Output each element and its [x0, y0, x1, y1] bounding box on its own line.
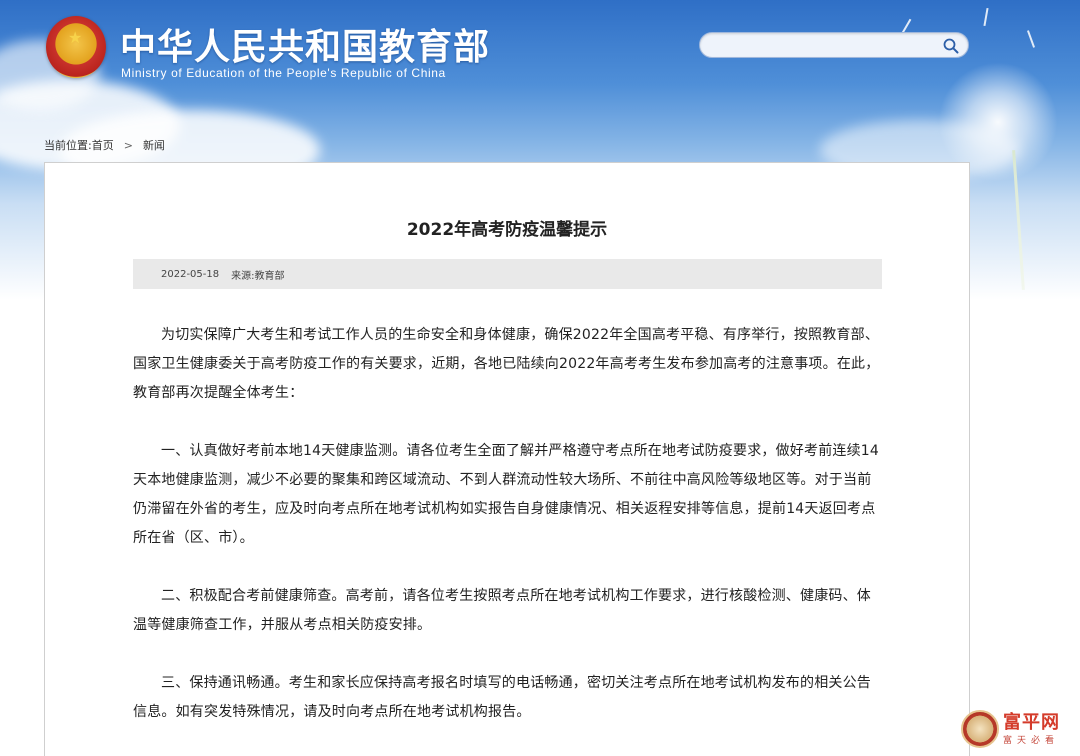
- article-source: 教育部: [254, 270, 285, 282]
- site-subtitle: Ministry of Education of the People's Re…: [121, 66, 446, 80]
- watermark-main-text: 富平网: [1003, 711, 1060, 733]
- seed-decoration: [1026, 30, 1036, 48]
- article-meta-bar: 2022-05-18 来源: 教育部: [133, 259, 882, 289]
- watermark: 富平网 富天必看: [961, 710, 1060, 748]
- search-input[interactable]: [712, 36, 932, 54]
- breadcrumb-label: 当前位置:: [44, 139, 92, 152]
- article-panel: 2022年高考防疫温馨提示 2022-05-18 来源: 教育部 为切实保障广大…: [44, 162, 970, 756]
- article-paragraph: 为切实保障广大考生和考试工作人员的生命安全和身体健康，确保2022年全国高考平稳…: [133, 327, 880, 401]
- article-paragraph: 一、认真做好考前本地14天健康监测。请各位考生全面了解并严格遵守考点所在地考试防…: [133, 443, 880, 546]
- search-box[interactable]: [699, 32, 969, 58]
- seed-decoration: [983, 7, 989, 27]
- breadcrumb-home-link[interactable]: 首页: [92, 137, 114, 153]
- breadcrumb-separator: >: [123, 138, 133, 152]
- watermark-sub-text: 富天必看: [1003, 735, 1060, 746]
- article-paragraph: 三、保持通讯畅通。考生和家长应保持高考报名时填写的电话畅通，密切关注考点所在地考…: [133, 675, 871, 720]
- breadcrumb: 当前位置: 首页 > 新闻: [44, 137, 165, 153]
- article-source-label: 来源:: [231, 270, 255, 282]
- star-icon: ★: [68, 28, 83, 47]
- article-paragraph: 二、积极配合考前健康筛查。高考前，请各位考生按照考点所在地考试机构工作要求，进行…: [133, 588, 871, 633]
- national-emblem-icon: ★: [46, 16, 106, 78]
- search-icon[interactable]: [942, 37, 960, 55]
- breadcrumb-news-link[interactable]: 新闻: [143, 137, 165, 153]
- article-date: 2022-05-18: [161, 268, 220, 280]
- article-title: 2022年高考防疫温馨提示: [406, 220, 608, 240]
- site-title[interactable]: 中华人民共和国教育部: [120, 18, 490, 70]
- article-body: 为切实保障广大考生和考试工作人员的生命安全和身体健康，确保2022年全国高考平稳…: [133, 321, 883, 756]
- watermark-logo-icon: [961, 710, 999, 748]
